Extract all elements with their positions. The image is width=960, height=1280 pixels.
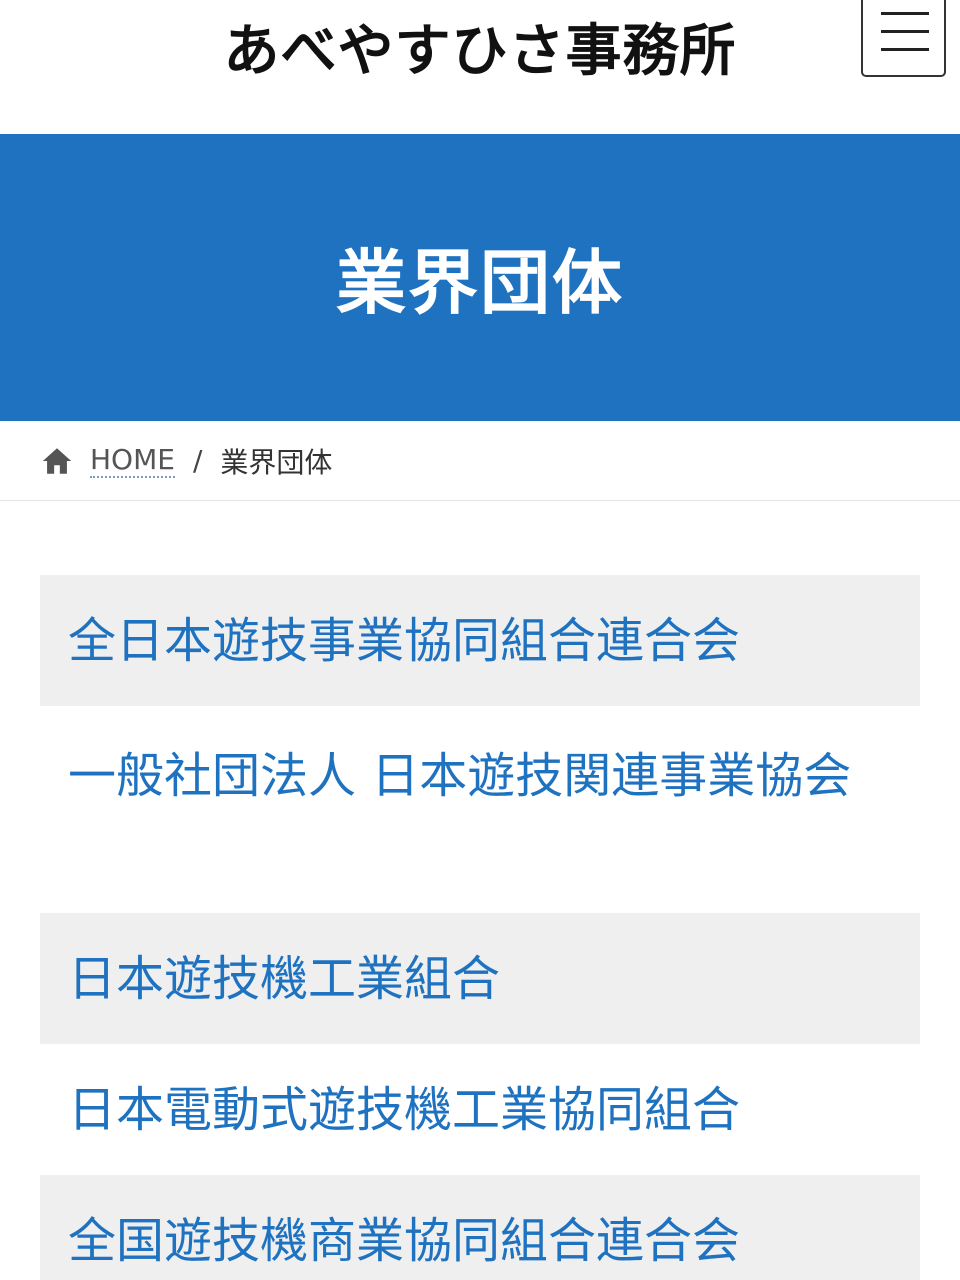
breadcrumb-separator: / <box>192 444 203 477</box>
organization-link[interactable]: 一般社団法人 日本遊技関連事業協会 <box>68 748 851 804</box>
organization-link[interactable]: 日本遊技機工業組合 <box>68 941 500 1017</box>
site-header: あべやすひさ事務所 <box>0 0 960 134</box>
hamburger-menu-button[interactable] <box>861 0 946 77</box>
page-hero: 業界団体 <box>0 134 960 421</box>
list-item: 全日本遊技事業協同組合連合会 <box>40 575 920 706</box>
list-item: 一般社団法人 日本遊技関連事業協会 <box>40 706 920 913</box>
breadcrumb: HOME / 業界団体 <box>0 421 960 501</box>
menu-icon-bar <box>881 48 929 51</box>
organization-list: 全日本遊技事業協同組合連合会 一般社団法人 日本遊技関連事業協会 日本遊技機工業… <box>40 575 920 1280</box>
menu-icon-bar <box>881 12 929 15</box>
list-item: 全国遊技機商業協同組合連合会 <box>40 1175 920 1280</box>
organization-link[interactable]: 日本電動式遊技機工業協同組合 <box>68 1072 740 1148</box>
organization-link[interactable]: 全国遊技機商業協同組合連合会 <box>68 1203 740 1279</box>
breadcrumb-current: 業界団体 <box>220 445 333 479</box>
menu-icon-bar <box>881 30 929 33</box>
organization-link[interactable]: 全日本遊技事業協同組合連合会 <box>68 603 740 679</box>
home-icon[interactable] <box>40 444 74 478</box>
page-title: 業界団体 <box>336 242 624 324</box>
site-title[interactable]: あべやすひさ事務所 <box>0 14 960 90</box>
breadcrumb-home-link[interactable]: HOME <box>90 443 175 478</box>
list-item: 日本遊技機工業組合 <box>40 913 920 1044</box>
list-item: 日本電動式遊技機工業協同組合 <box>40 1044 920 1175</box>
